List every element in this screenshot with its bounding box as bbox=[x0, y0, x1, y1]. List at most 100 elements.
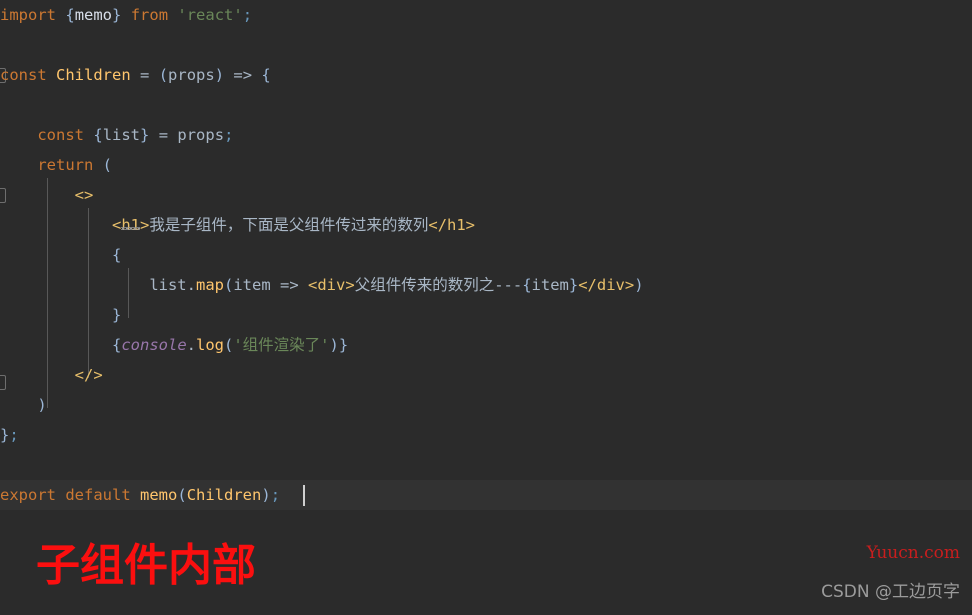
code-token: const bbox=[37, 126, 84, 144]
code-token: memo bbox=[74, 6, 113, 24]
code-line-content: </> bbox=[0, 360, 103, 390]
code-token: => bbox=[233, 66, 253, 84]
screenshot-root: import {memo} from 'react'; const Childr… bbox=[0, 0, 972, 615]
code-token: ; bbox=[270, 486, 281, 504]
code-token: ( bbox=[102, 156, 113, 174]
code-token: Children bbox=[56, 66, 131, 84]
code-line[interactable]: export default memo(Children); bbox=[0, 480, 972, 510]
code-line-content bbox=[0, 90, 9, 120]
code-token: item bbox=[233, 276, 271, 294]
code-line[interactable]: {console.log('组件渲染了')} bbox=[0, 330, 972, 360]
code-token: </h1> bbox=[428, 216, 476, 234]
code-line-content: } bbox=[0, 300, 121, 330]
code-token: } bbox=[140, 126, 150, 144]
code-token: const bbox=[0, 66, 47, 84]
code-token: ) bbox=[37, 396, 47, 414]
code-token: list bbox=[102, 126, 141, 144]
code-line-content: }; bbox=[0, 420, 19, 450]
code-token: { bbox=[522, 276, 532, 294]
code-token: ; bbox=[9, 426, 19, 444]
code-token: { bbox=[111, 336, 122, 354]
watermark-user: CSDN @工边页字 bbox=[821, 582, 960, 602]
code-token: } bbox=[111, 306, 122, 324]
code-token: ) bbox=[329, 336, 339, 354]
code-token: } bbox=[338, 336, 349, 354]
code-token: } bbox=[0, 426, 10, 444]
code-token: memo bbox=[140, 486, 178, 504]
watermark-site: Yuucn.com bbox=[866, 543, 960, 563]
code-token: ( bbox=[158, 66, 169, 84]
code-line[interactable] bbox=[0, 90, 972, 120]
code-token: list bbox=[149, 276, 187, 294]
code-line[interactable]: import {memo} from 'react'; bbox=[0, 0, 972, 30]
code-line-content: <h1>我是子组件，下面是父组件传过来的数列</h1> bbox=[0, 210, 475, 240]
code-token: ; bbox=[224, 126, 234, 144]
code-token: ) bbox=[214, 66, 225, 84]
code-line-content: const Children = (props) => { bbox=[0, 60, 271, 90]
code-token: item bbox=[531, 276, 569, 294]
code-line[interactable]: { bbox=[0, 240, 972, 270]
code-token: = bbox=[140, 66, 150, 84]
code-line[interactable]: list.map(item => <div>父组件传来的数列之---{item}… bbox=[0, 270, 972, 300]
code-token: ( bbox=[223, 276, 234, 294]
text-caret bbox=[303, 485, 305, 506]
code-line-content: list.map(item => <div>父组件传来的数列之---{item}… bbox=[0, 270, 643, 300]
code-token: 'react' bbox=[177, 6, 243, 24]
code-token: 我是子组件，下面是父组件传过来的数列 bbox=[149, 216, 429, 234]
code-token: log bbox=[196, 336, 224, 354]
code-line[interactable]: return ( bbox=[0, 150, 972, 180]
rendered-output-panel: 子组件内部 Yuucn.com CSDN @工边页字 bbox=[0, 527, 972, 615]
code-line[interactable]: } bbox=[0, 300, 972, 330]
code-token: map bbox=[195, 276, 224, 294]
code-line[interactable]: ) bbox=[0, 390, 972, 420]
code-line-content bbox=[0, 30, 9, 60]
code-line[interactable] bbox=[0, 30, 972, 60]
code-token: . bbox=[186, 276, 196, 294]
code-token: <> bbox=[74, 186, 94, 204]
code-editor[interactable]: import {memo} from 'react'; const Childr… bbox=[0, 0, 972, 527]
code-line-content: {console.log('组件渲染了')} bbox=[0, 330, 348, 360]
code-token: props bbox=[168, 66, 215, 84]
code-line[interactable]: <h1>我是子组件，下面是父组件传过来的数列</h1> bbox=[0, 210, 972, 240]
code-line[interactable] bbox=[0, 450, 972, 480]
code-line[interactable]: const Children = (props) => { bbox=[0, 60, 972, 90]
code-token: ) bbox=[261, 486, 271, 504]
code-token: { bbox=[93, 126, 103, 144]
code-line-content: const {list} = props; bbox=[0, 120, 233, 150]
code-line[interactable]: </> bbox=[0, 360, 972, 390]
code-token: '组件渲染了' bbox=[233, 336, 330, 354]
code-line[interactable]: }; bbox=[0, 420, 972, 450]
code-token: h1 bbox=[121, 216, 140, 234]
code-line[interactable]: const {list} = props; bbox=[0, 120, 972, 150]
code-token: from bbox=[130, 6, 169, 24]
code-line-content bbox=[0, 450, 9, 480]
code-token: ; bbox=[242, 6, 253, 24]
code-token: default bbox=[65, 486, 131, 504]
code-token: { bbox=[261, 66, 271, 84]
code-line[interactable]: <> bbox=[0, 180, 972, 210]
code-line-content: <> bbox=[0, 180, 94, 210]
code-token: = bbox=[158, 126, 169, 144]
code-line-content: ) bbox=[0, 390, 47, 420]
code-line-content: { bbox=[0, 240, 121, 270]
